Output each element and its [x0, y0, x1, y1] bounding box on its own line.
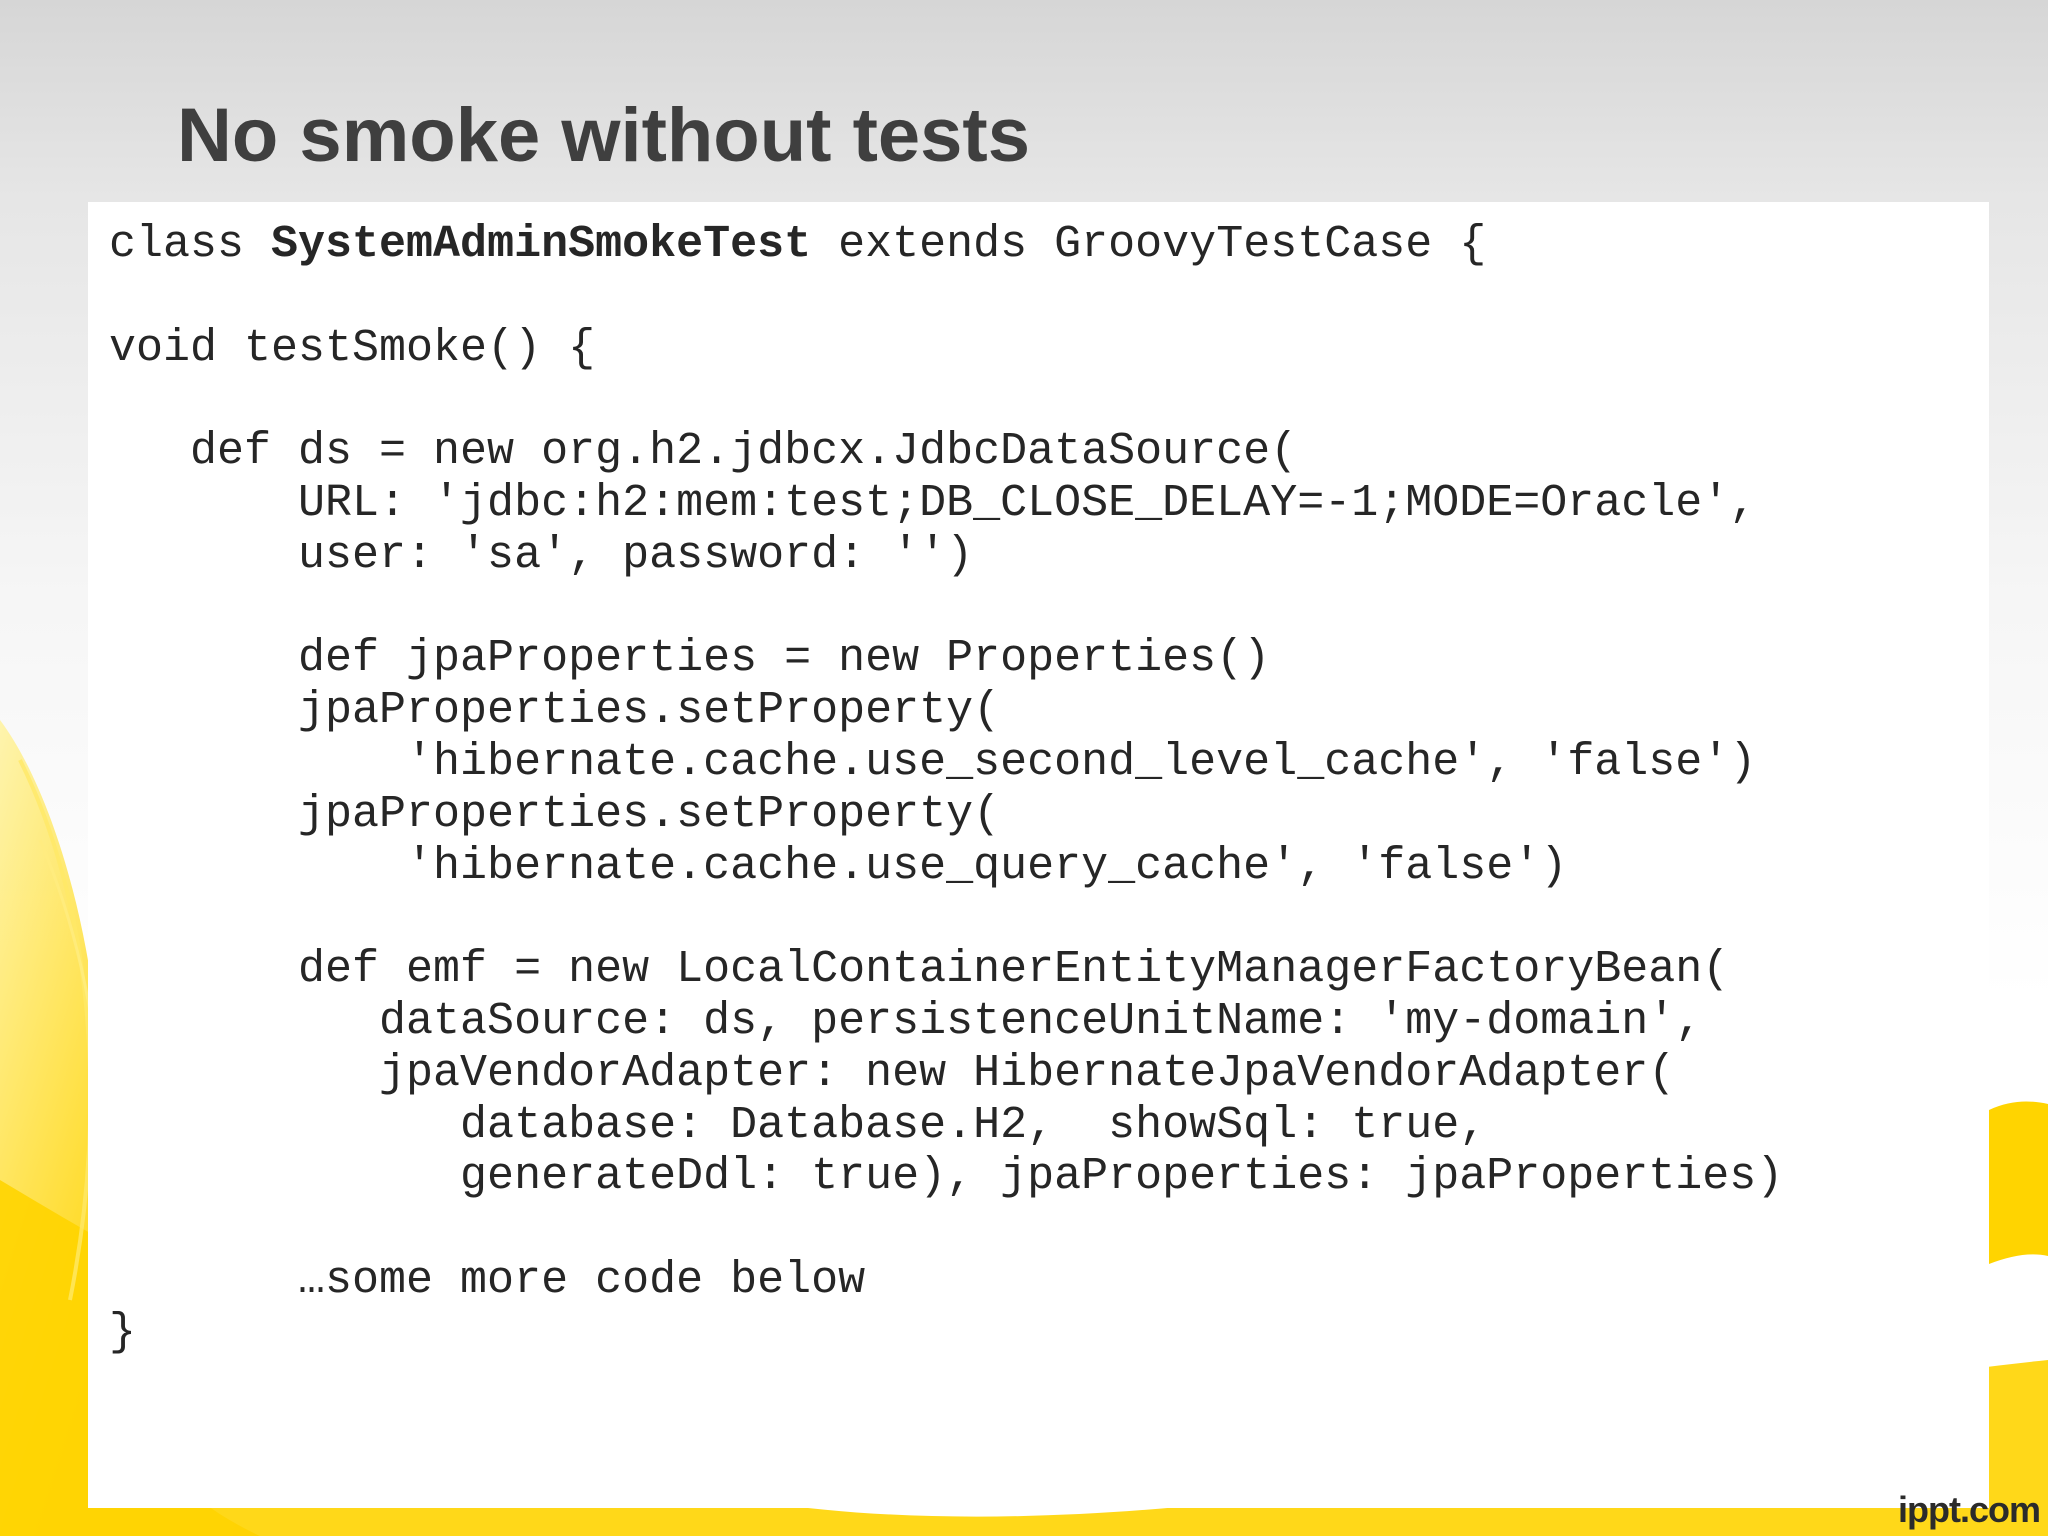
code-line: database: Database.H2, showSql: true, — [109, 1099, 1487, 1151]
code-line: generateDdl: true), jpaProperties: jpaPr… — [109, 1151, 1784, 1203]
code-panel: class SystemAdminSmokeTest extends Groov… — [88, 202, 1989, 1508]
slide-title: No smoke without tests — [177, 93, 1030, 178]
watermark-logo: ippt.com — [1898, 1489, 2041, 1530]
code-line: jpaVendorAdapter: new HibernateJpaVendor… — [109, 1047, 1676, 1099]
code-line: jpaProperties.setProperty( — [109, 685, 1001, 737]
code-line: …some more code below — [109, 1254, 866, 1306]
code-line: class SystemAdminSmokeTest extends Groov… — [109, 219, 1783, 271]
code-line: void testSmoke() { — [109, 322, 596, 374]
code-text: extends GroovyTestCase { — [811, 219, 1487, 270]
code-line: def jpaProperties = new Properties() — [109, 633, 1271, 685]
code-line: jpaProperties.setProperty( — [109, 788, 1001, 840]
code-line: def ds = new org.h2.jdbcx.JdbcDataSource… — [109, 426, 1298, 478]
code-line: 'hibernate.cache.use_second_level_cache'… — [109, 736, 1757, 788]
code-line: user: 'sa', password: '') — [109, 529, 974, 581]
code-line: 'hibernate.cache.use_query_cache', 'fals… — [109, 840, 1568, 892]
code-line: } — [109, 1306, 137, 1358]
code-block: class SystemAdminSmokeTest extends Groov… — [109, 219, 1783, 1359]
code-text: class — [109, 219, 272, 270]
code-line: dataSource: ds, persistenceUnitName: 'my… — [109, 995, 1703, 1047]
code-line: def emf = new LocalContainerEntityManage… — [109, 944, 1730, 996]
code-line: URL: 'jdbc:h2:mem:test;DB_CLOSE_DELAY=-1… — [109, 477, 1757, 529]
class-name: SystemAdminSmokeTest — [271, 219, 812, 270]
